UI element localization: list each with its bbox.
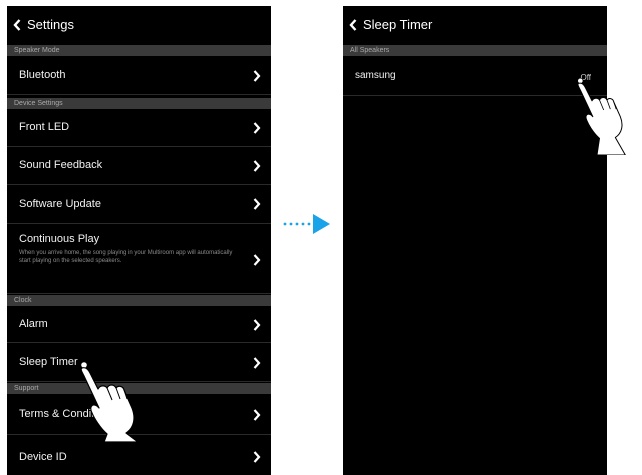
settings-row-bluetooth[interactable]: Bluetooth xyxy=(7,56,271,95)
row-label: Continuous Play xyxy=(19,233,100,245)
back-button[interactable]: Settings xyxy=(7,6,74,43)
row-label: Sound Feedback xyxy=(19,159,103,171)
section-header-clock: Clock xyxy=(7,295,271,306)
row-description: When you arrive home, the song playing i… xyxy=(19,250,233,264)
settings-row-software-update[interactable]: Software Update xyxy=(7,185,271,224)
section-header-device-settings: Device Settings xyxy=(7,98,271,109)
row-label: Device ID xyxy=(19,451,67,463)
row-label: Front LED xyxy=(19,121,70,133)
chevron-right-icon xyxy=(253,451,261,463)
chevron-left-icon xyxy=(13,18,21,31)
chevron-left-icon xyxy=(349,18,357,31)
chevron-right-icon xyxy=(253,409,261,421)
speaker-row-samsung[interactable]: samsung Off xyxy=(343,56,607,96)
page-title: Sleep Timer xyxy=(363,17,433,32)
section-header-all-speakers: All Speakers xyxy=(343,45,607,56)
dotted-arrow-right-icon xyxy=(282,213,332,235)
row-label: Bluetooth xyxy=(19,69,66,81)
page-title: Settings xyxy=(27,17,74,32)
chevron-right-icon xyxy=(253,319,261,331)
chevron-right-icon xyxy=(253,70,261,82)
settings-row-continuous-play[interactable]: Continuous Play When you arrive home, th… xyxy=(7,224,271,294)
chevron-right-icon xyxy=(253,122,261,134)
chevron-right-icon xyxy=(253,198,261,210)
section-header-speaker-mode: Speaker Mode xyxy=(7,45,271,56)
row-label: samsung xyxy=(355,70,396,81)
settings-row-front-led[interactable]: Front LED xyxy=(7,109,271,147)
row-label: Software Update xyxy=(19,198,101,210)
settings-header: Settings xyxy=(7,6,271,43)
back-button[interactable]: Sleep Timer xyxy=(343,6,432,43)
chevron-right-icon xyxy=(253,160,261,172)
chevron-right-icon xyxy=(253,357,261,369)
hand-pointer-icon xyxy=(74,358,158,447)
sleep-timer-screen: Sleep Timer All Speakers samsung Off xyxy=(343,6,607,475)
chevron-right-icon xyxy=(253,254,261,266)
sleep-timer-header: Sleep Timer xyxy=(343,6,607,43)
row-label: Alarm xyxy=(19,318,48,330)
settings-row-alarm[interactable]: Alarm xyxy=(7,306,271,343)
settings-row-sound-feedback[interactable]: Sound Feedback xyxy=(7,147,271,185)
hand-pointer-icon xyxy=(572,75,642,160)
row-label: Sleep Timer xyxy=(19,356,78,368)
